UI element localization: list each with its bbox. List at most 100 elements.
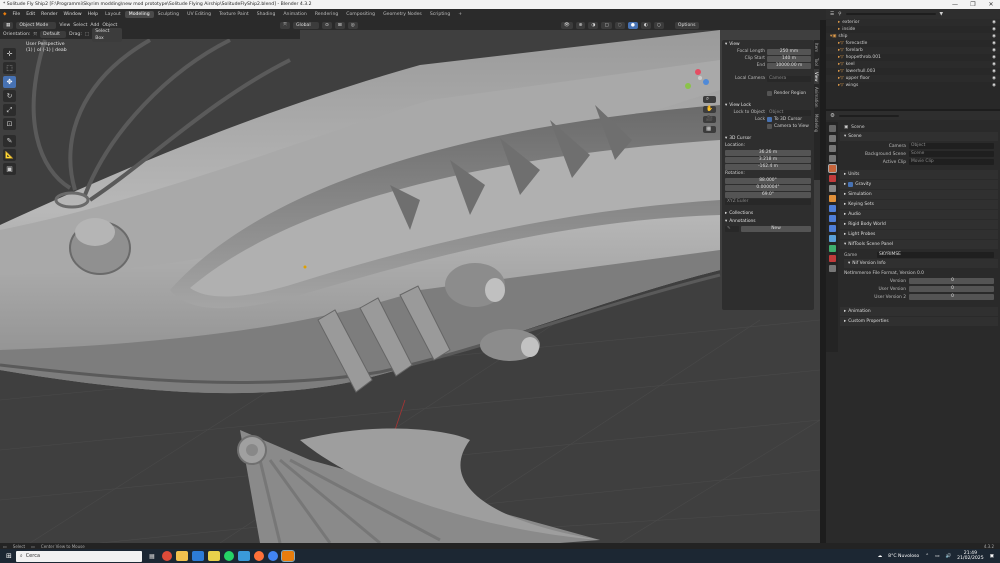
blender-logo-icon[interactable]: ◆ bbox=[0, 12, 10, 17]
outliner-row[interactable]: ▸▽ wings ◉ bbox=[826, 82, 1000, 89]
cursor-rot-z-field[interactable]: 69.0° bbox=[725, 191, 811, 198]
cursor-rot-y-field[interactable]: 0.000004° bbox=[725, 184, 811, 191]
transform-tool-icon[interactable]: ⊡ bbox=[3, 118, 16, 130]
particles-tab-icon[interactable] bbox=[828, 215, 836, 222]
rotation-mode-selector[interactable]: XYZ Euler bbox=[725, 198, 811, 205]
tab-animation[interactable]: Animation bbox=[279, 11, 310, 18]
outliner-editor-icon[interactable]: ☰ bbox=[830, 12, 834, 17]
outliner-row[interactable]: ▸ inside ◉ bbox=[826, 26, 1000, 33]
clip-end-field[interactable]: 10000.00 m bbox=[767, 62, 811, 69]
user-version2-field[interactable]: 0 bbox=[909, 294, 994, 300]
tab-geometry-nodes[interactable]: Geometry Nodes bbox=[379, 11, 426, 18]
clock[interactable]: 21:49 21/02/2025 bbox=[957, 551, 983, 561]
view-layer-tab-icon[interactable] bbox=[828, 155, 836, 162]
menu-window[interactable]: Window bbox=[61, 12, 85, 17]
photos-icon[interactable] bbox=[191, 551, 204, 561]
cursor-loc-x-field[interactable]: 36.26 m bbox=[725, 149, 811, 156]
menu-help[interactable]: Help bbox=[85, 12, 101, 17]
tab-compositing[interactable]: Compositing bbox=[342, 11, 379, 18]
transform-orientation-selector[interactable]: Global bbox=[292, 21, 319, 29]
camera-view-icon[interactable]: 🎥 bbox=[703, 116, 716, 123]
light-probes-section-header[interactable]: ▸ Light Probes bbox=[840, 230, 998, 239]
background-scene-field[interactable]: Scene bbox=[909, 151, 994, 157]
taskbar-search[interactable]: ⌕ Cerca bbox=[15, 550, 142, 562]
render-region-checkbox[interactable] bbox=[767, 91, 772, 96]
view-lock-section-header[interactable]: ▾ View Lock bbox=[722, 101, 814, 109]
blender-taskbar-icon[interactable] bbox=[280, 550, 295, 562]
volume-icon[interactable]: 🔊 bbox=[945, 554, 951, 559]
file-explorer-icon[interactable] bbox=[175, 551, 188, 561]
custom-properties-section-header[interactable]: ▸ Custom Properties bbox=[840, 317, 998, 326]
menu-object[interactable]: Object bbox=[102, 23, 117, 28]
perspective-toggle-icon[interactable]: ▦ bbox=[703, 126, 716, 133]
user-version-field[interactable]: 0 bbox=[909, 286, 994, 292]
tab-modeling[interactable]: Modeling bbox=[814, 111, 819, 135]
world-tab-icon[interactable] bbox=[828, 175, 836, 182]
annotation-icon[interactable]: ✎ bbox=[725, 225, 739, 232]
scene-section-header[interactable]: ▾ Scene bbox=[840, 132, 998, 141]
tab-sculpting[interactable]: Sculpting bbox=[154, 11, 183, 18]
visibility-icon[interactable]: 👁 bbox=[560, 21, 573, 29]
eye-icon[interactable]: ◉ bbox=[992, 27, 996, 32]
active-clip-field[interactable]: Movie Clip bbox=[909, 159, 994, 165]
lock-object-field[interactable]: Object bbox=[767, 109, 811, 116]
tab-layout[interactable]: Layout bbox=[101, 11, 125, 18]
pivot-icon[interactable]: ⊙ bbox=[321, 21, 332, 29]
niftools-section-header[interactable]: ▾ NifTools Scene Panel bbox=[840, 240, 998, 249]
version-field[interactable]: 0 bbox=[909, 278, 994, 284]
3d-cursor-section-header[interactable]: ▾ 3D Cursor bbox=[722, 134, 814, 142]
keying-sets-section-header[interactable]: ▸ Keying Sets bbox=[840, 200, 998, 209]
tab-tool[interactable]: Tool bbox=[814, 55, 819, 69]
menu-render[interactable]: Render bbox=[38, 12, 60, 17]
tab-view[interactable]: View bbox=[814, 68, 819, 85]
outliner-row[interactable]: ▸▽ forelarb ◉ bbox=[826, 47, 1000, 54]
measure-tool-icon[interactable]: 📐 bbox=[3, 149, 16, 161]
outliner-row[interactable]: ▸▽ forecastle ◉ bbox=[826, 40, 1000, 47]
tray-chevron-icon[interactable]: ⌃ bbox=[925, 554, 929, 559]
tab-scripting[interactable]: Scripting bbox=[426, 11, 454, 18]
orientation-selector[interactable]: Default bbox=[40, 31, 67, 38]
weather-text[interactable]: 8°C Nuvoloso bbox=[888, 554, 919, 559]
eye-icon[interactable]: ◉ bbox=[992, 69, 996, 74]
animation-section-header[interactable]: ▸ Animation bbox=[840, 307, 998, 316]
pan-icon[interactable]: ✋ bbox=[703, 106, 716, 113]
drag-selector[interactable]: Select Box bbox=[92, 27, 123, 42]
cursor-loc-y-field[interactable]: 3.218 m bbox=[725, 156, 811, 163]
view-section-header[interactable]: ▾ View bbox=[722, 40, 814, 48]
eye-icon[interactable]: ◉ bbox=[992, 41, 996, 46]
transform-orientation-icon[interactable]: ⤧ bbox=[280, 21, 290, 29]
texture-tab-icon[interactable] bbox=[828, 265, 836, 272]
zoom-icon[interactable]: ⌕ bbox=[703, 96, 716, 103]
scene-camera-field[interactable]: Object bbox=[909, 143, 994, 149]
annotations-section-header[interactable]: ▾ Annotations bbox=[722, 217, 814, 225]
funnel-icon[interactable]: ▼ bbox=[940, 12, 944, 17]
output-tab-icon[interactable] bbox=[828, 145, 836, 152]
units-section-header[interactable]: ▸ Units bbox=[840, 170, 998, 179]
tab-uv-editing[interactable]: UV Editing bbox=[183, 11, 215, 18]
rigid-body-world-section-header[interactable]: ▸ Rigid Body World bbox=[840, 220, 998, 229]
proportional-edit-icon[interactable]: ◎ bbox=[347, 21, 358, 29]
tab-shading[interactable]: Shading bbox=[253, 11, 280, 18]
clip-start-field[interactable]: 140 m bbox=[767, 55, 811, 62]
tool-tab-icon[interactable] bbox=[828, 125, 836, 132]
outliner-row[interactable]: ▸ exterior ◉ bbox=[826, 19, 1000, 26]
local-camera-field[interactable]: Camera bbox=[767, 75, 811, 82]
gravity-section-header[interactable]: ▸ Gravity bbox=[840, 180, 998, 189]
annotate-tool-icon[interactable]: ✎ bbox=[3, 135, 16, 147]
menu-view[interactable]: View bbox=[59, 23, 70, 28]
notepad-icon[interactable] bbox=[207, 551, 220, 561]
new-annotation-button[interactable]: New bbox=[741, 225, 811, 232]
app-icon[interactable] bbox=[237, 551, 250, 561]
select-box-tool-icon[interactable]: ⬚ bbox=[3, 62, 16, 74]
shading-solid-icon[interactable]: ● bbox=[627, 21, 638, 29]
chrome-alt-icon[interactable] bbox=[267, 551, 278, 561]
outliner-row[interactable]: ▾▣ ship ◉ bbox=[826, 33, 1000, 40]
chrome-icon[interactable] bbox=[161, 551, 172, 561]
overlay-toggle-icon[interactable]: ◑ bbox=[588, 21, 599, 29]
3d-viewport[interactable]: ▦ Object Mode View Select Add Object ⤧ G… bbox=[0, 20, 820, 543]
rotate-tool-icon[interactable]: ↻ bbox=[3, 90, 16, 102]
menu-edit[interactable]: Edit bbox=[23, 12, 38, 17]
shading-material-icon[interactable]: ◐ bbox=[640, 21, 651, 29]
move-tool-icon[interactable]: ✥ bbox=[3, 76, 16, 88]
camera-to-view-checkbox[interactable] bbox=[767, 124, 772, 129]
